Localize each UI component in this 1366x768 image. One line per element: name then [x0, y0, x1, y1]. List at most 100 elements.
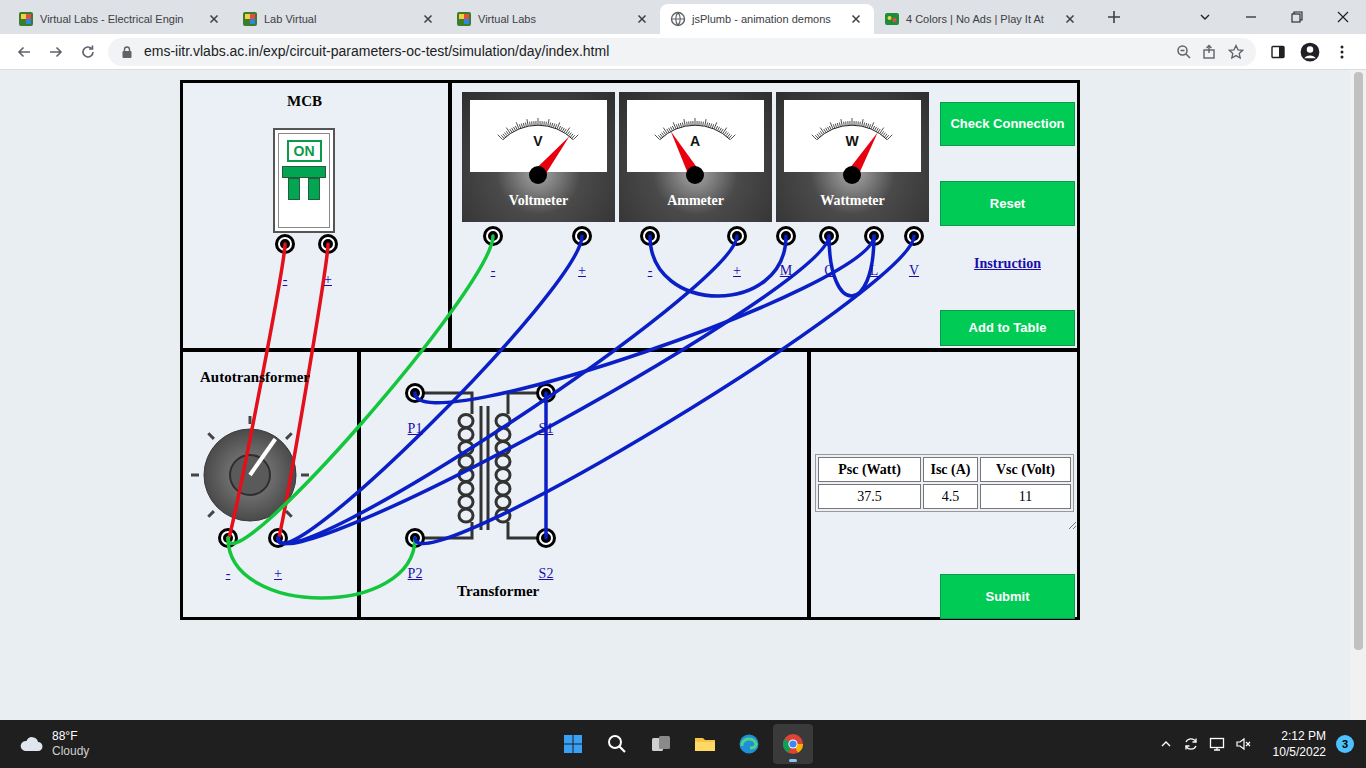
terminal-label[interactable]: - — [226, 567, 231, 581]
taskbar-app[interactable] — [641, 724, 681, 764]
terminal-label[interactable]: S1 — [539, 422, 554, 436]
close-icon[interactable] — [1062, 11, 1078, 27]
taskbar-app[interactable] — [553, 724, 593, 764]
terminal-label[interactable]: + — [733, 264, 741, 278]
scrollbar[interactable] — [1350, 70, 1366, 720]
dial-tick — [684, 119, 685, 126]
close-icon[interactable] — [420, 11, 436, 27]
forward-icon — [48, 44, 64, 60]
taskbar-app[interactable] — [729, 724, 769, 764]
menu-button[interactable] — [1326, 36, 1358, 68]
terminal-label[interactable]: C — [824, 264, 833, 278]
wire[interactable] — [278, 244, 328, 539]
terminal[interactable] — [268, 528, 288, 548]
add-to-table-button[interactable]: Add to Table — [940, 310, 1075, 346]
terminal[interactable] — [819, 226, 839, 246]
terminal-label[interactable]: - — [648, 264, 653, 278]
reset-button[interactable]: Reset — [940, 181, 1075, 226]
wire[interactable] — [228, 244, 285, 539]
wire[interactable] — [544, 393, 548, 538]
terminal[interactable] — [536, 383, 556, 403]
browser-tab[interactable]: Lab Virtual — [232, 4, 446, 34]
minimize-button[interactable] — [1228, 0, 1274, 34]
notification-badge[interactable]: 3 — [1336, 735, 1354, 753]
terminal[interactable] — [572, 226, 592, 246]
terminal-label[interactable]: M — [780, 264, 792, 278]
terminal[interactable] — [318, 234, 338, 254]
terminal-label[interactable]: + — [324, 273, 332, 287]
chevron-up-icon[interactable] — [1159, 737, 1173, 751]
speaker-muted-icon[interactable] — [1235, 736, 1251, 752]
terminal-label[interactable]: + — [578, 264, 586, 278]
address-bar[interactable]: ems-iitr.vlabs.ac.in/exp/circuit-paramet… — [108, 38, 1256, 66]
wire[interactable] — [829, 236, 874, 296]
browser-tab[interactable]: jsPlumb - animation demons — [660, 4, 874, 34]
terminal[interactable] — [405, 383, 425, 403]
wire[interactable] — [228, 236, 493, 544]
weather-widget[interactable]: 88°FCloudy — [0, 729, 553, 759]
dropdown-button[interactable] — [1182, 0, 1228, 34]
terminal-label[interactable]: L — [870, 264, 879, 278]
browser-tab[interactable]: Virtual Labs — [446, 4, 660, 34]
wire[interactable] — [278, 236, 737, 544]
taskbar-app[interactable] — [685, 724, 725, 764]
terminal[interactable] — [776, 226, 796, 246]
wire[interactable] — [650, 236, 786, 296]
check-connection-button[interactable]: Check Connection — [940, 102, 1075, 146]
browser-tab[interactable]: 4 Colors | No Ads | Play It At — [874, 4, 1088, 34]
terminal[interactable] — [536, 528, 556, 548]
terminal-label[interactable]: - — [283, 273, 288, 287]
share-icon[interactable] — [1202, 44, 1218, 60]
mcb-toggle[interactable] — [282, 166, 326, 200]
wire[interactable] — [228, 538, 415, 598]
minimize-icon-part — [1246, 16, 1256, 17]
wire[interactable] — [415, 236, 874, 403]
dial-tick — [871, 122, 874, 129]
explorer-icon — [693, 732, 717, 756]
star-icon[interactable] — [1228, 44, 1244, 60]
close-window-button[interactable] — [1320, 0, 1366, 34]
terminal-label[interactable]: S2 — [539, 567, 554, 581]
terminal[interactable] — [904, 226, 924, 246]
terminal-label[interactable]: P2 — [408, 567, 423, 581]
reload-button[interactable] — [72, 36, 104, 68]
terminal-label[interactable]: + — [274, 567, 282, 581]
terminal[interactable] — [864, 226, 884, 246]
instruction-link[interactable]: Instruction — [940, 253, 1075, 274]
terminal[interactable] — [275, 234, 295, 254]
terminal[interactable] — [727, 226, 747, 246]
terminal-label[interactable]: P1 — [408, 422, 423, 436]
zoom-icon[interactable] — [1176, 44, 1192, 60]
new-tab-button[interactable] — [1100, 3, 1128, 31]
terminal[interactable] — [640, 226, 660, 246]
restore-button[interactable] — [1274, 0, 1320, 34]
close-icon[interactable] — [634, 11, 650, 27]
wire[interactable] — [278, 236, 829, 544]
sync-icon[interactable] — [1183, 736, 1199, 752]
needle-pivot — [686, 166, 704, 184]
terminal[interactable] — [218, 528, 238, 548]
wire[interactable] — [278, 236, 582, 544]
mcb-switch[interactable]: ON — [273, 128, 335, 233]
scrollbar-thumb[interactable] — [1354, 72, 1363, 650]
taskbar-app[interactable] — [773, 724, 813, 764]
browser-tab[interactable]: Virtual Labs - Electrical Engin — [8, 4, 232, 34]
close-icon[interactable] — [206, 11, 222, 27]
side-panel-button[interactable] — [1262, 36, 1294, 68]
close-icon[interactable] — [848, 11, 864, 27]
submit-button[interactable]: Submit — [940, 574, 1075, 619]
network-icon[interactable] — [1209, 736, 1225, 752]
terminal-label[interactable]: - — [491, 264, 496, 278]
clock[interactable]: 2:12 PM10/5/2022 — [1273, 728, 1326, 760]
back-button[interactable] — [8, 36, 40, 68]
forward-button[interactable] — [40, 36, 72, 68]
profile-button[interactable] — [1294, 36, 1326, 68]
terminal[interactable] — [483, 226, 503, 246]
wire[interactable] — [415, 236, 914, 544]
url-text[interactable]: ems-iitr.vlabs.ac.in/exp/circuit-paramet… — [144, 41, 1166, 62]
taskbar-app[interactable] — [597, 724, 637, 764]
resize-grip-icon[interactable] — [1067, 520, 1077, 530]
terminal-label[interactable]: V — [909, 264, 919, 278]
dial-tick — [561, 127, 563, 130]
terminal[interactable] — [405, 528, 425, 548]
